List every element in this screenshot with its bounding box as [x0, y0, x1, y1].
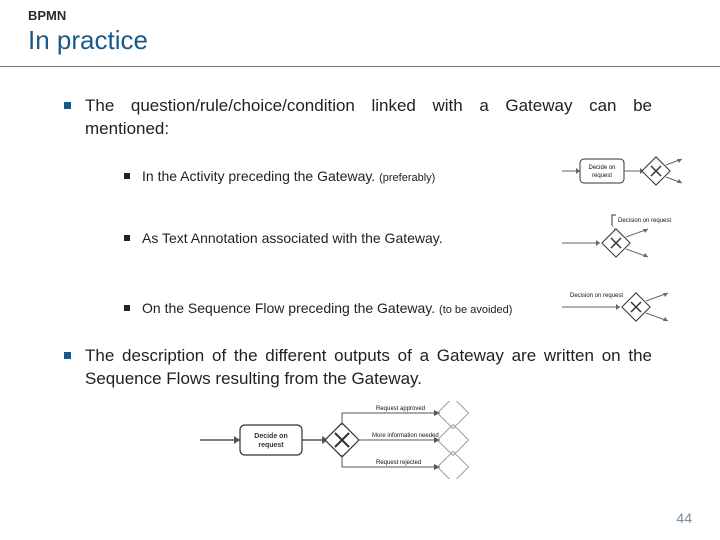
bullet-main-text: In the Activity preceding the Gateway. — [142, 168, 379, 184]
svg-text:request: request — [592, 173, 612, 179]
bullet-marker — [124, 305, 130, 311]
bullet-text: The description of the different outputs… — [85, 345, 692, 391]
diagram-flow-label: Decision on request — [570, 293, 623, 299]
bullet-level1: The description of the different outputs… — [28, 345, 692, 391]
bullet-note: (to be avoided) — [439, 304, 512, 316]
header-divider — [0, 66, 720, 67]
subbullet-row: As Text Annotation associated with the G… — [28, 213, 692, 261]
bullet-main-text: On the Sequence Flow preceding the Gatew… — [142, 300, 439, 316]
diagram-activity-label: Decide on — [588, 165, 615, 171]
diagram-sequence-flow: Decision on request — [562, 283, 692, 323]
bullet-level1: The question/rule/choice/condition linke… — [28, 95, 692, 141]
bullet-note: (preferably) — [379, 172, 435, 184]
diagram-outputs: Decide on request Request approved More … — [28, 401, 692, 479]
diagram-output-top-label: Request approved — [376, 406, 425, 412]
bullet-text: The question/rule/choice/condition linke… — [85, 95, 692, 141]
slide-supertitle: BPMN — [28, 8, 692, 23]
diagram-output-bot-label: Request rejected — [376, 460, 421, 466]
bullet-marker — [124, 173, 130, 179]
bullet-marker — [64, 352, 71, 359]
bullet-level2: In the Activity preceding the Gateway. (… — [28, 167, 558, 185]
diagram-activity-preceding: Decide on request — [562, 151, 692, 191]
slide-title: In practice — [28, 25, 692, 56]
svg-text:Decide on: Decide on — [254, 433, 287, 440]
slide-content: The question/rule/choice/condition linke… — [0, 95, 720, 479]
svg-text:request: request — [258, 442, 284, 449]
diagram-annotation-label: Decision on request — [618, 218, 671, 224]
page-number: 44 — [676, 510, 692, 526]
diagram-text-annotation: Decision on request — [562, 213, 692, 261]
slide-header: BPMN In practice — [0, 0, 720, 66]
bullet-level2: As Text Annotation associated with the G… — [28, 229, 558, 247]
diagram-output-mid-label: More information needed — [372, 433, 439, 439]
subbullet-row: On the Sequence Flow preceding the Gatew… — [28, 283, 692, 323]
bullet-marker — [124, 235, 130, 241]
bullet-level2: On the Sequence Flow preceding the Gatew… — [28, 299, 558, 317]
bullet-text: In the Activity preceding the Gateway. (… — [142, 167, 558, 185]
bullet-text: On the Sequence Flow preceding the Gatew… — [142, 299, 558, 317]
subbullet-row: In the Activity preceding the Gateway. (… — [28, 151, 692, 191]
bullet-text: As Text Annotation associated with the G… — [142, 229, 558, 247]
bullet-marker — [64, 102, 71, 109]
